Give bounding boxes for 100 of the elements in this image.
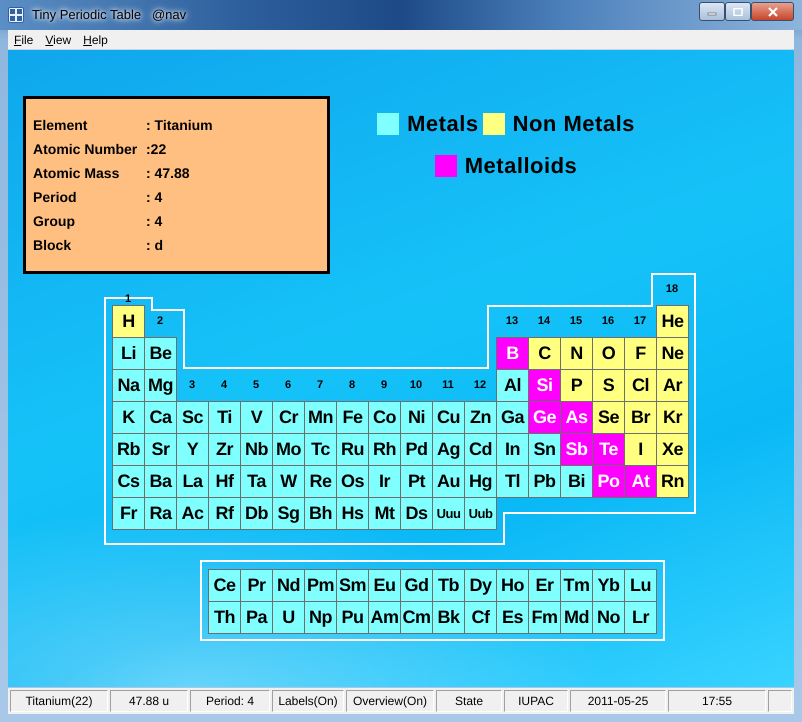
element-cell: Ge [528,401,561,434]
element-cell: Pu [336,601,369,634]
element-cell: Es [496,601,529,634]
element-cell: Ag [432,433,465,466]
element-cell: Eu [368,569,401,602]
element-cell: Ga [496,401,529,434]
menu-item[interactable]: File [8,30,40,49]
element-cell: Sb [560,433,593,466]
maximize-button[interactable] [725,2,751,20]
element-cell: Tb [432,569,465,602]
info-label: Element [33,116,88,135]
element-cell: Cu [432,401,465,434]
group-number: 9 [380,378,388,393]
info-value: : 47.88 [146,164,190,183]
group-number: 7 [316,378,324,393]
info-value: : 4 [146,188,162,207]
maximize-icon [733,8,743,16]
element-cell: Sc [176,401,209,434]
info-label: Atomic Mass [33,164,120,183]
status-panel [768,690,792,712]
element-cell: U [272,601,305,634]
element-cell: Ir [368,465,401,498]
element-cell: Zr [208,433,241,466]
element-cell: Tc [304,433,337,466]
element-cell: Os [336,465,369,498]
element-cell: Se [592,401,625,434]
group-number: 15 [568,314,584,329]
element-cell: Tm [560,569,593,602]
element-cell: Bk [432,601,465,634]
element-cell: O [592,337,625,370]
element-cell: V [240,401,273,434]
status-panel: Overview(On) [346,690,434,712]
element-cell: Be [144,337,177,370]
element-cell: Lr [624,601,657,634]
element-cell: Tl [496,465,529,498]
status-panel: 17:55 [668,690,766,712]
element-cell: Bi [560,465,593,498]
element-cell: Lu [624,569,657,602]
group-number: 13 [504,314,520,329]
element-cell: Nd [272,569,305,602]
element-cell: Po [592,465,625,498]
group-number: 12 [472,378,488,393]
element-cell: Uub [464,497,497,530]
element-cell: Zn [464,401,497,434]
group-number: 10 [408,378,424,393]
menu-item[interactable]: View [39,30,78,49]
status-panel: State [436,690,502,712]
element-cell: Pm [304,569,337,602]
element-cell: H [112,305,145,338]
element-cell: Re [304,465,337,498]
element-cell: Gd [400,569,433,602]
group-number: 2 [156,314,164,329]
element-cell: Au [432,465,465,498]
element-cell: Hf [208,465,241,498]
element-cell: Ce [208,569,241,602]
element-cell: At [624,465,657,498]
legend-label: Non Metals [512,111,635,137]
close-button[interactable] [751,2,794,20]
element-cell: Bh [304,497,337,530]
element-cell: Mg [144,369,177,402]
info-value: : 4 [146,212,162,231]
element-cell: Pb [528,465,561,498]
element-cell: Cf [464,601,497,634]
menu-item[interactable]: Help [77,30,114,49]
element-cell: Ca [144,401,177,434]
legend-label: Metalloids [464,153,578,179]
element-cell: Md [560,601,593,634]
element-cell: Sm [336,569,369,602]
group-number: 16 [600,314,616,329]
status-panel: Labels(On) [272,690,344,712]
info-label: Atomic Number [33,140,138,159]
element-cell: Db [240,497,273,530]
element-cell: Ho [496,569,529,602]
element-cell: Li [112,337,145,370]
element-cell: Cm [400,601,433,634]
element-cell: Nb [240,433,273,466]
element-cell: K [112,401,145,434]
status-panel: IUPAC [504,690,568,712]
element-cell: Pa [240,601,273,634]
element-cell: Cr [272,401,305,434]
element-cell: Rf [208,497,241,530]
element-cell: Fm [528,601,561,634]
element-cell: Er [528,569,561,602]
group-number: 14 [536,314,552,329]
element-cell: S [592,369,625,402]
element-cell: Cd [464,433,497,466]
minimize-button[interactable] [699,2,725,20]
group-number: 17 [632,314,648,329]
element-cell: Pr [240,569,273,602]
status-panel: 47.88 u [110,690,188,712]
element-cell: Cs [112,465,145,498]
element-cell: Co [368,401,401,434]
element-cell: Pt [400,465,433,498]
group-number: 8 [348,378,356,393]
element-cell: Dy [464,569,497,602]
element-cell: No [592,601,625,634]
group-number: 3 [188,378,196,393]
element-cell: Fe [336,401,369,434]
element-cell: Mt [368,497,401,530]
element-cell: Te [592,433,625,466]
